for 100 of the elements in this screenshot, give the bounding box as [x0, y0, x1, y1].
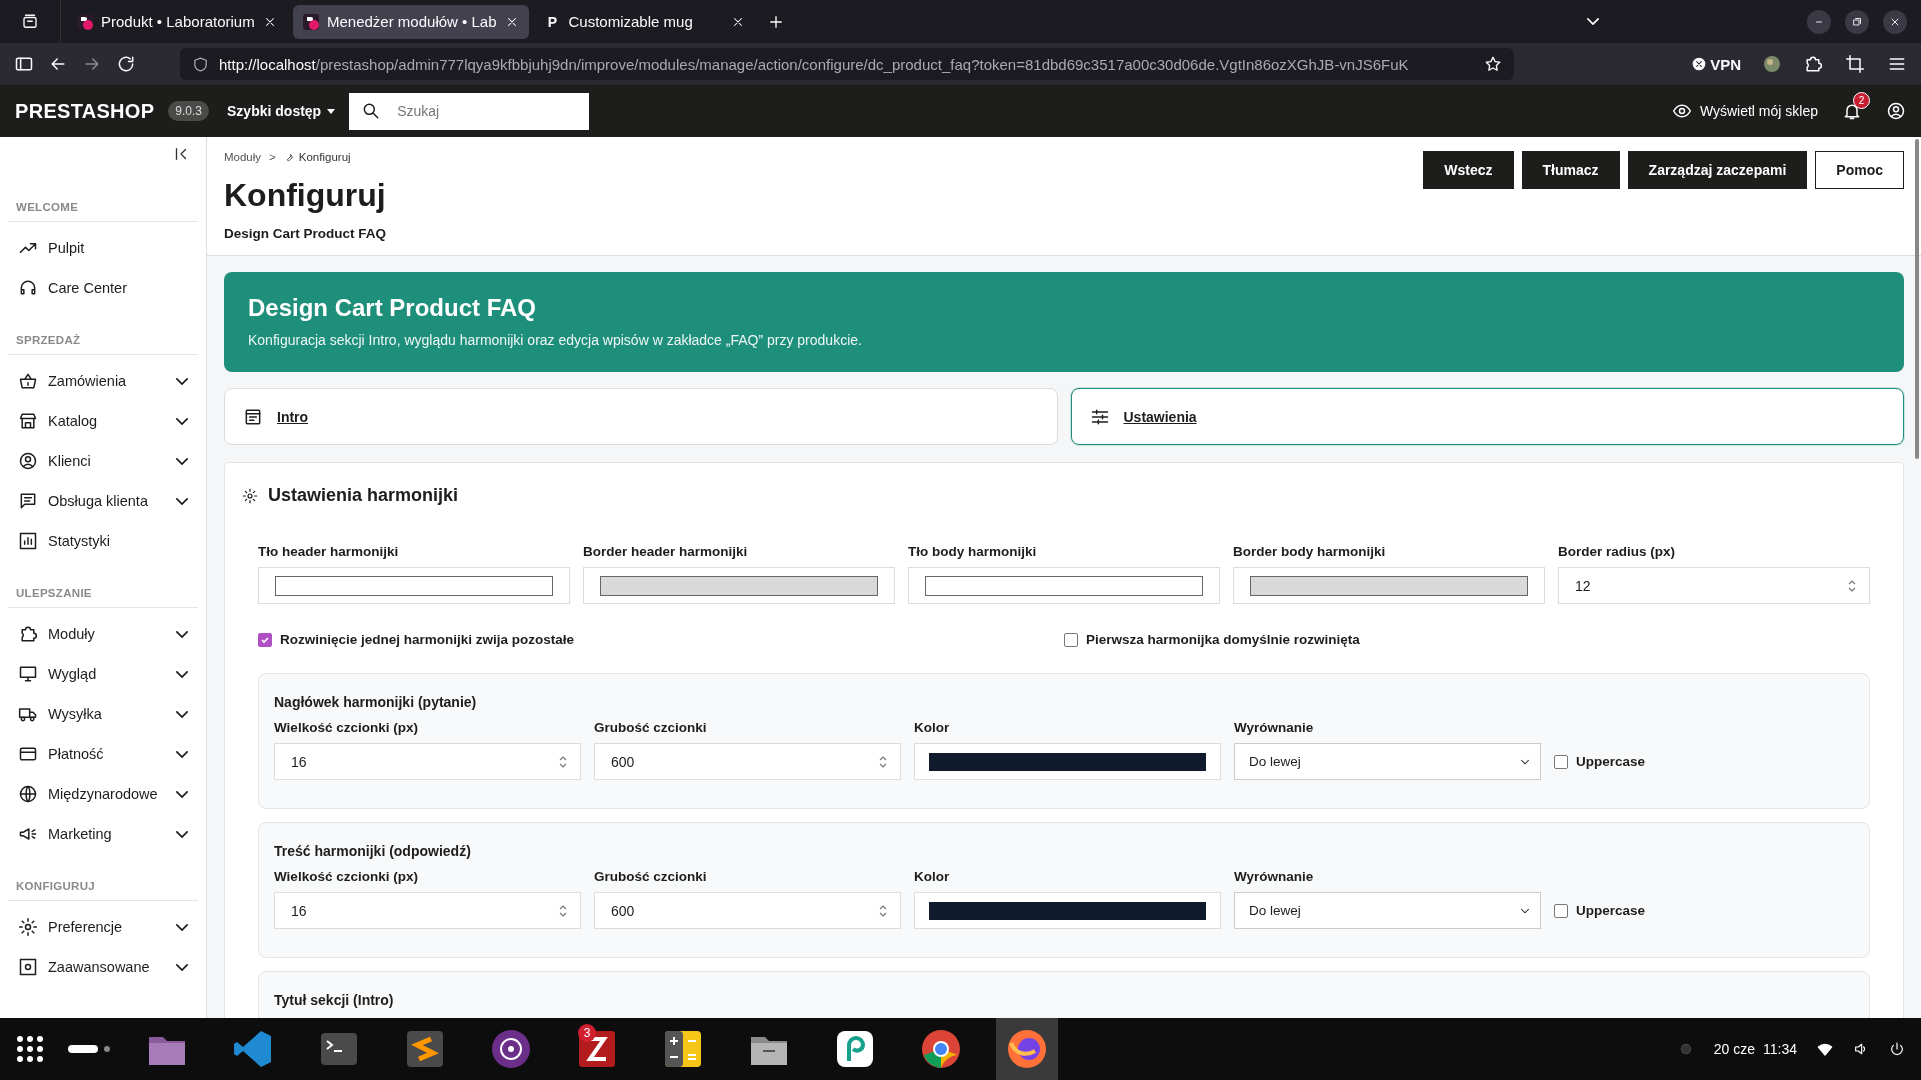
color-field[interactable] — [583, 567, 895, 604]
sidebar-section-title: SPRZEDAŻ — [8, 334, 198, 355]
chat-icon — [18, 491, 38, 511]
favicon — [77, 13, 93, 30]
app-grid-icon[interactable] — [16, 1035, 44, 1063]
color-field[interactable] — [914, 892, 1221, 929]
header-button[interactable]: Pomoc — [1815, 151, 1904, 189]
sidebar-section-title: ULEPSZANIE — [8, 587, 198, 608]
sidebar-item[interactable]: Katalog — [0, 401, 206, 441]
orbit-icon[interactable] — [489, 1027, 533, 1071]
number-field[interactable]: 16 — [274, 743, 581, 780]
sidebar-item[interactable]: Wysyłka — [0, 694, 206, 734]
checkmark-icon — [260, 634, 270, 645]
checkbox[interactable] — [1554, 903, 1568, 918]
browser-tab[interactable]: P Customizable mug — [534, 4, 755, 39]
restore-icon — [1851, 15, 1863, 28]
sidebar-item[interactable]: Zamówienia — [0, 361, 206, 401]
checkbox-label: Pierwsza harmonijka domyślnie rozwinięta — [1086, 632, 1360, 647]
store-icon — [18, 411, 38, 431]
breadcrumb-link[interactable]: Moduły — [224, 151, 262, 163]
sidebar-item[interactable]: Obsługa klienta — [0, 481, 206, 521]
globe-icon — [18, 784, 38, 804]
sidebar-item[interactable]: Marketing — [0, 814, 206, 854]
header-button[interactable]: Wstecz — [1423, 151, 1514, 189]
number-field[interactable]: 600 — [594, 743, 901, 780]
gear-icon — [18, 917, 38, 937]
number-field[interactable]: 12 — [1558, 567, 1870, 604]
group-title: Nagłówek harmonijki (pytanie) — [274, 694, 478, 710]
field-label: Grubość czcionki — [594, 720, 708, 735]
color-field[interactable] — [1233, 567, 1545, 604]
firefox-icon[interactable] — [1005, 1027, 1049, 1071]
number-field[interactable]: 16 — [274, 892, 581, 929]
crop-icon — [1845, 54, 1865, 74]
notification-badge: 2 — [1853, 92, 1870, 109]
sidebar-item[interactable]: Statystyki — [0, 521, 206, 561]
x-circle-icon — [1692, 57, 1707, 71]
browser-icon[interactable] — [919, 1027, 963, 1071]
view-shop-link[interactable]: Wyświetl mój sklep — [1671, 101, 1818, 121]
sidebar-section-title: KONFIGURUJ — [8, 880, 198, 901]
close-button[interactable] — [1883, 9, 1907, 34]
chevron-down-icon — [1587, 18, 1599, 25]
page-title: Konfiguruj — [224, 177, 387, 214]
sidebar-item[interactable]: Pulpit — [0, 228, 206, 268]
field-label: Border body harmonijki — [1233, 544, 1387, 559]
field-label: Tło header harmonijki — [258, 544, 400, 559]
tab-list-icon — [21, 12, 39, 31]
sidebar-section-title: WELCOME — [8, 201, 198, 222]
page-subtitle: Design Cart Product FAQ — [224, 226, 387, 241]
checkbox[interactable] — [258, 632, 272, 647]
field-label: Kolor — [914, 720, 951, 735]
sidebar-item[interactable]: Zaawansowane — [0, 947, 206, 987]
field-label: Border header harmonijki — [583, 544, 749, 559]
clock[interactable]: 20 cze 11:34 — [1713, 1041, 1797, 1057]
group-title: Tytuł sekcji (Intro) — [274, 992, 395, 1008]
checkbox-label: Uppercase — [1576, 903, 1646, 918]
search-field[interactable]: Szukaj — [349, 92, 590, 130]
checkbox[interactable] — [1554, 754, 1568, 769]
sidebar-item[interactable]: Międzynarodowe — [0, 774, 206, 814]
sidebar-item[interactable]: Moduły — [0, 614, 206, 654]
field-label: Wyrównanie — [1234, 720, 1315, 735]
version-badge: 9.0.3 — [168, 101, 210, 121]
color-field[interactable] — [258, 567, 570, 604]
checkbox-label: Rozwinięcie jednej harmonijki zwija pozostałe — [280, 632, 575, 647]
sidebar-item[interactable]: Wygląd — [0, 654, 206, 694]
color-field[interactable] — [914, 743, 1221, 780]
sidebar-item[interactable]: Klienci — [0, 441, 206, 481]
select-field[interactable]: Do lewej — [1234, 743, 1541, 780]
gear-icon — [242, 487, 258, 504]
field-label: Wielkość czcionki (px) — [274, 869, 419, 884]
header-button[interactable]: Zarządzaj zaczepami — [1627, 151, 1808, 189]
group-title: Treść harmonijki (odpowiedź) — [274, 843, 472, 859]
address-bar[interactable]: http://localhost/prestashop/admin777lqya9kfbbjuhj9dn/improve/modules/manage/action/configure/dc_product_faq?token=81dbd69c3517a00c30d06de.VgtIn86ozXGhJB-vnJS6FuK — [180, 48, 1514, 80]
number-field[interactable]: 600 — [594, 892, 901, 929]
quick-access-menu[interactable]: Szybki dostęp — [227, 103, 336, 119]
sidebar-icon — [14, 54, 34, 74]
puzzle-icon — [1803, 54, 1823, 74]
section-tab[interactable]: Ustawienia — [1070, 388, 1904, 445]
sidebar-item[interactable]: Care Center — [0, 268, 206, 308]
workspace-indicator[interactable] — [68, 1044, 112, 1054]
vpn-button[interactable]: VPN — [1692, 55, 1741, 73]
restore-button[interactable] — [1845, 9, 1869, 34]
sidebar-item[interactable]: Preferencje — [0, 907, 206, 947]
favicon — [303, 13, 319, 30]
select-field[interactable]: Do lewej — [1234, 892, 1541, 929]
browser-tab[interactable]: Menedżer modułów • Lab — [293, 4, 529, 39]
sidebar-item[interactable]: Płatność — [0, 734, 206, 774]
browser-tab[interactable]: Produkt • Laboratorium — [67, 4, 287, 39]
user-icon — [18, 451, 38, 471]
favicon: P — [546, 13, 559, 30]
monitor-icon — [18, 664, 38, 684]
field-label: Border radius (px) — [1558, 544, 1677, 559]
logo[interactable]: PRESTASHOP — [15, 99, 155, 123]
field-label: Kolor — [914, 869, 951, 884]
notification-badge: 3 — [578, 1024, 596, 1042]
basket-icon — [18, 371, 38, 391]
extension-icon[interactable] — [1763, 55, 1781, 73]
color-field[interactable] — [908, 567, 1220, 604]
checkbox[interactable] — [1064, 632, 1078, 647]
header-button[interactable]: Tłumacz — [1521, 151, 1620, 189]
section-tab[interactable]: Intro — [224, 388, 1058, 445]
